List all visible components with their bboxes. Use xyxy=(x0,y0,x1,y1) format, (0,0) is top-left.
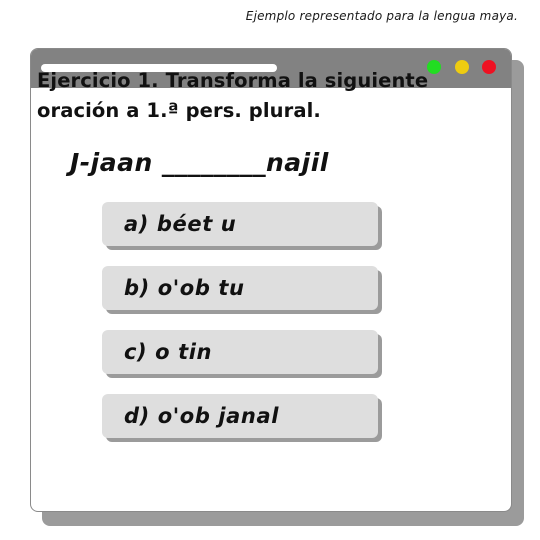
question-line-1: Ejercicio 1. Transforma la siguiente xyxy=(37,69,429,92)
question-line-2: oración a 1.ª pers. plural. xyxy=(37,99,321,122)
option-c-button[interactable]: c) o tin xyxy=(102,330,378,374)
option-d-button[interactable]: d) o'ob janal xyxy=(102,394,378,438)
exercise-sentence: J-jaan ________najil xyxy=(70,148,329,177)
answer-options: a) béet u b) o'ob tu c) o tin d) o'ob ja… xyxy=(102,202,382,458)
option-b-button[interactable]: b) o'ob tu xyxy=(102,266,378,310)
caption: Ejemplo representado para la lengua maya… xyxy=(245,9,518,23)
option-a-button[interactable]: a) béet u xyxy=(102,202,378,246)
exercise-question: Ejercicio 1. Transforma la siguiente ora… xyxy=(37,66,467,126)
close-button[interactable] xyxy=(482,60,496,74)
